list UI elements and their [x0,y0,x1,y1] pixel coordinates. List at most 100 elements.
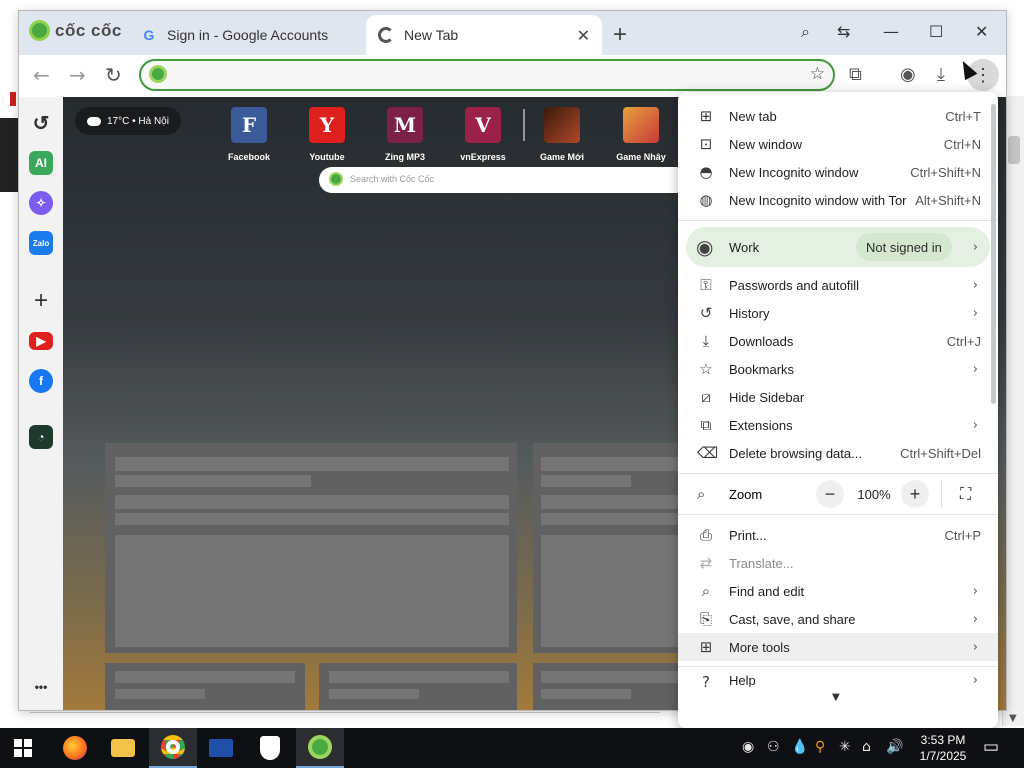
add-icon[interactable]: + [29,287,53,314]
downloads-icon[interactable]: ⤓ [937,64,945,85]
close-window-button[interactable]: ✕ [975,22,988,41]
menu-item-find-and-edit[interactable]: ⌕ Find and edit › [678,577,998,605]
scrollbar-thumb[interactable] [1008,136,1020,164]
menu-item-more-tools[interactable]: ⊞ More tools › [678,633,998,661]
ai-assistant-icon[interactable]: AI [29,151,53,175]
ntp-search-box[interactable]: Search with Cốc Cốc [319,167,739,193]
taskbar-security[interactable] [246,728,294,768]
menu-item-extensions[interactable]: ⧉ Extensions › [678,411,998,439]
minimize-button[interactable]: — [883,22,899,41]
chevron-right-icon: › [972,305,978,321]
people-tray-icon[interactable]: ⚇ [767,739,780,755]
zoom-out-button[interactable]: − [816,480,844,508]
fullscreen-icon[interactable]: ⛶ [960,484,971,504]
news-card[interactable] [105,443,517,653]
taskbar-coccoc[interactable] [296,728,344,768]
reload-button[interactable]: ↻ [105,63,122,87]
search-icon: ⌕ [701,582,711,600]
placeholder-bar [115,475,311,487]
new-tab-button[interactable]: + [613,21,627,49]
brand-name: cốc cốc [55,20,122,40]
speed-dial-label: Facebook [227,152,270,162]
title-bar: cốc cốc G Sign in - Google Accounts New … [19,11,1006,55]
chevron-right-icon: › [972,639,978,655]
notification-icon[interactable]: ▭ [983,737,999,757]
taskbar-clock[interactable]: 3:53 PM 1/7/2025 [908,732,978,764]
menu-separator [678,514,998,515]
menu-item-print[interactable]: ⎙ Print... Ctrl+P [678,521,998,549]
maximize-button[interactable]: ☐ [929,22,943,41]
game-thumbnail-icon [544,107,580,143]
menu-item-delete-browsing-data[interactable]: ⌫ Delete browsing data... Ctrl+Shift+Del [678,439,998,467]
menu-item-incognito-tor[interactable]: ◍ New Incognito window with Tor Alt+Shif… [678,186,998,214]
menu-item-hide-sidebar[interactable]: ⧄ Hide Sidebar [678,383,998,411]
address-input[interactable] [175,65,775,85]
chrome-tray-icon[interactable]: ◉ [742,739,754,755]
menu-scroll-down-icon[interactable]: ▼ [832,692,840,703]
coccoc-logo-icon [29,20,50,41]
placeholder-bar [541,671,701,683]
network-tray-icon[interactable]: ⌂ [862,739,871,755]
menu-item-help[interactable]: ? Help › [678,673,998,687]
speed-dial-youtube[interactable]: Y Youtube [292,107,362,162]
droplet-tray-icon[interactable]: 💧 [791,739,808,755]
menu-label: Hide Sidebar [729,389,805,405]
search-tray-icon[interactable]: ⚲ [815,739,825,755]
tab-title: New Tab [404,27,459,43]
menu-item-passwords[interactable]: ⚿ Passwords and autofill › [678,271,998,299]
scroll-down-arrow-icon[interactable]: ▼ [1009,713,1017,724]
address-bar[interactable]: ☆ [139,59,835,91]
menu-scrollbar[interactable] [991,104,996,404]
menu-item-new-tab[interactable]: ⊞ New tab Ctrl+T [678,102,998,130]
screenshot-search-icon[interactable]: ⌕ [801,22,810,42]
coccoc-icon [308,735,332,759]
menu-item-history[interactable]: ↺ History › [678,299,998,327]
tab-google-accounts[interactable]: G Sign in - Google Accounts [129,15,359,55]
taskbar-file-explorer[interactable] [99,728,147,768]
taskbar-chrome[interactable] [149,728,197,768]
zoom-in-button[interactable]: + [901,480,929,508]
volume-icon[interactable]: 🔊 [886,739,903,755]
more-icon[interactable]: ••• [29,675,53,699]
speed-dial-vnexpress[interactable]: V vnExpress [448,107,518,162]
zalo-icon[interactable]: Zalo [29,231,53,255]
close-tab-icon[interactable]: ✕ [577,26,590,45]
taskbar-firefox[interactable] [51,728,99,768]
network-star-tray-icon[interactable]: ✳ [839,739,851,755]
history-icon[interactable]: ↺ [29,111,53,135]
messenger-icon[interactable]: ✧ [29,191,53,215]
menu-item-new-window[interactable]: ⊡ New window Ctrl+N [678,130,998,158]
menu-item-bookmarks[interactable]: ☆ Bookmarks › [678,355,998,383]
menu-profile-work[interactable]: ◉ Work Not signed in › [686,227,990,267]
coccoc-icon [329,172,343,186]
tab-switch-icon[interactable]: ⇆ [837,22,850,41]
taskbar-remote-desktop[interactable] [197,728,245,768]
menu-item-new-incognito[interactable]: ◓ New Incognito window Ctrl+Shift+N [678,158,998,186]
windows-start-icon[interactable] [14,739,32,757]
zoom-value: 100% [857,486,891,502]
firefox-icon [63,736,87,760]
chevron-right-icon: › [972,277,978,293]
tab-new-tab[interactable]: New Tab ✕ [366,15,602,55]
speed-dial-zing-mp3[interactable]: M Zing MP3 [370,107,440,162]
news-card[interactable] [105,663,305,710]
menu-item-cast-save-share[interactable]: ⎘ Cast, save, and share › [678,605,998,633]
menu-label: Cast, save, and share [729,611,856,627]
extensions-puzzle-icon[interactable]: ⧉ [849,64,862,85]
profile-icon[interactable]: ◉ [900,64,916,85]
facebook-icon[interactable]: f [29,369,53,393]
forward-button[interactable]: → [69,63,86,87]
speed-dial-facebook[interactable]: F Facebook [214,107,284,162]
speed-dial-game-nhay[interactable]: Game Nhây [606,107,676,162]
news-card[interactable] [319,663,517,710]
speed-dial-game-moi[interactable]: Game Mới [527,107,597,162]
menu-item-downloads[interactable]: ⤓ Downloads Ctrl+J [678,327,998,355]
weather-widget[interactable]: 17°C • Hà Nội [75,107,181,135]
placeholder-image [115,535,509,647]
menu-separator [678,473,998,474]
coccoc-2024-icon[interactable]: ◔ [29,425,53,449]
youtube-icon[interactable]: ▶ [29,332,53,350]
menu-label: Bookmarks [729,361,795,377]
bookmark-star-icon[interactable]: ☆ [810,64,825,84]
back-button[interactable]: ← [33,63,50,87]
